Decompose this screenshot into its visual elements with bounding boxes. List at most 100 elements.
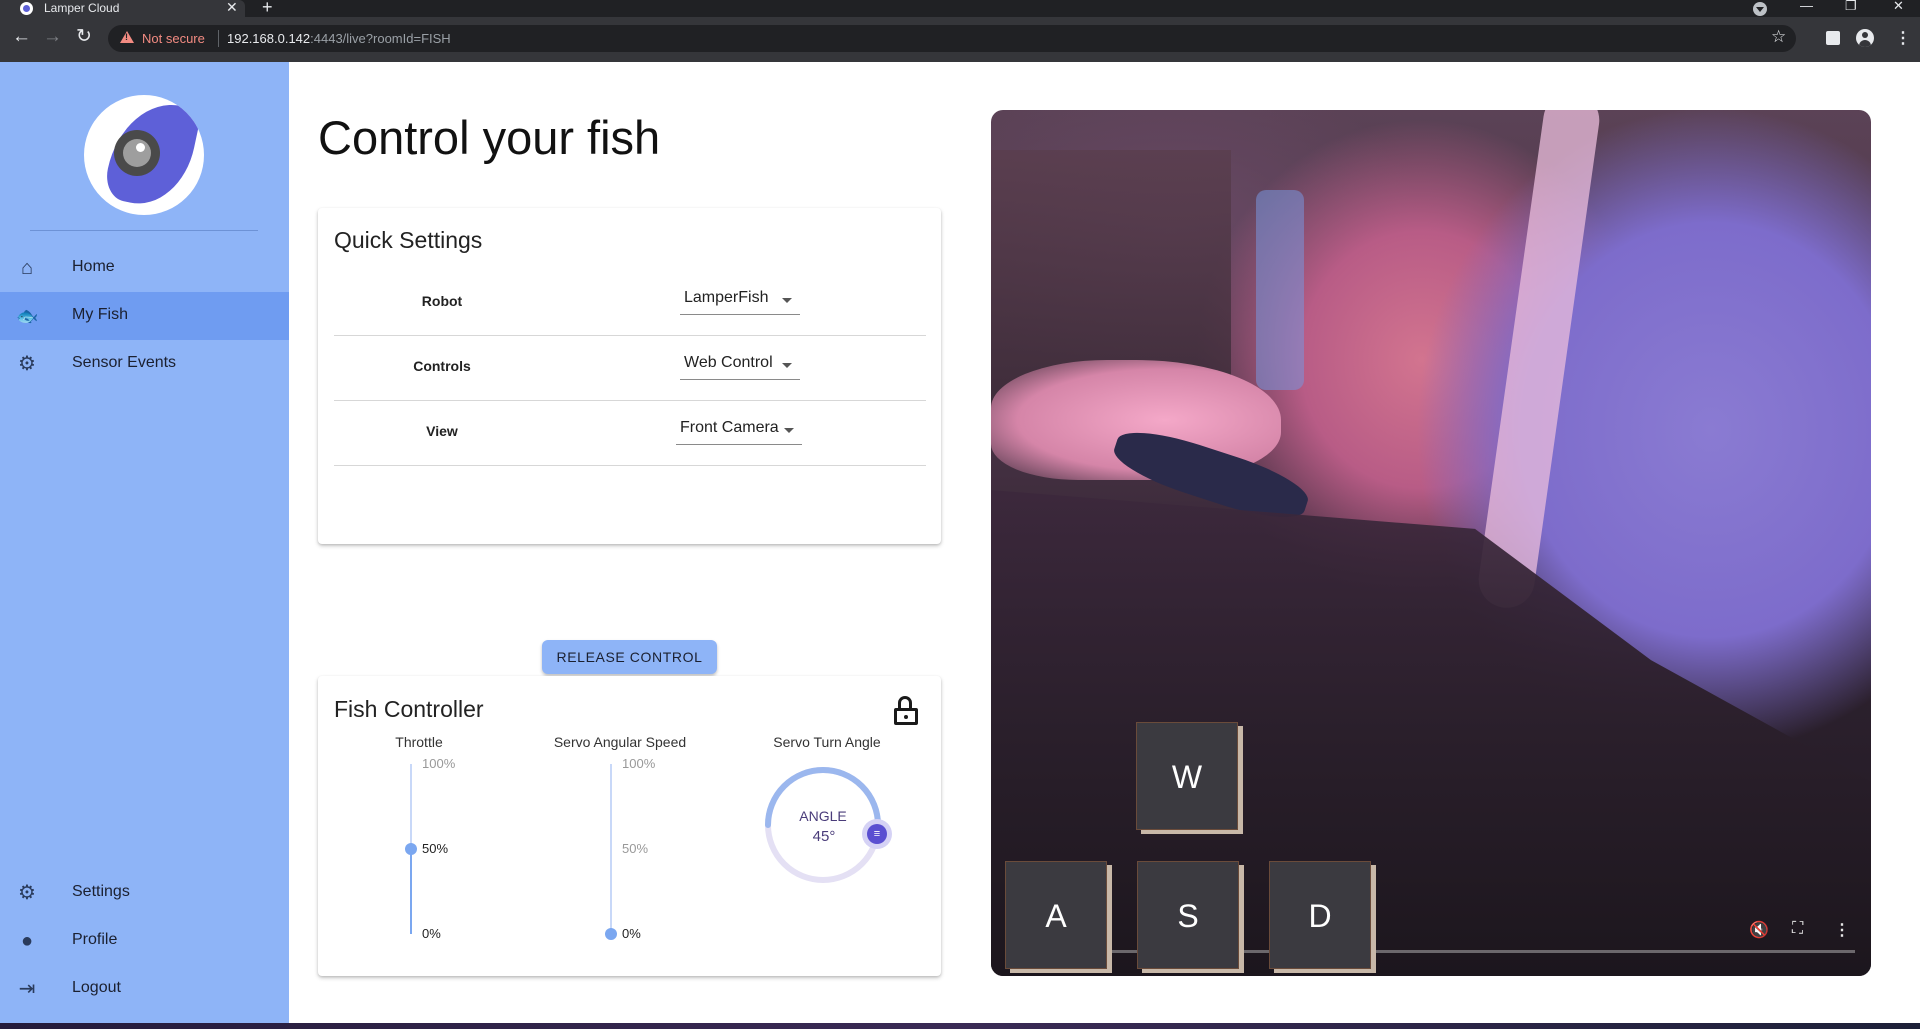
new-tab-button[interactable]: +	[262, 0, 273, 18]
video-desk	[991, 490, 1871, 976]
browser-tab[interactable]: Lamper Cloud ✕	[0, 0, 245, 17]
bookmark-star-icon[interactable]: ☆	[1771, 27, 1786, 47]
dial-value: 45°	[812, 828, 836, 845]
taskbar-edge	[0, 1023, 1920, 1029]
setting-label: View	[426, 423, 458, 439]
sidebar-item-my-fish[interactable]: 🐟 My Fish	[0, 292, 289, 340]
sidebar-item-home[interactable]: ⌂ Home	[0, 244, 289, 292]
sidebar-item-label: Logout	[72, 979, 121, 996]
camera-video[interactable]: 🔇 ⛶ ⋮ W A S D	[991, 110, 1871, 976]
chevron-down-icon	[784, 428, 794, 433]
release-control-button[interactable]: RELEASE CONTROL	[542, 640, 717, 674]
sidebar-item-profile[interactable]: ● Profile	[0, 917, 289, 965]
logout-icon: ⇥	[18, 978, 36, 1000]
throttle-fill	[410, 849, 412, 934]
extensions-icon[interactable]	[1826, 31, 1840, 45]
account-icon: ●	[20, 930, 34, 952]
view-select[interactable]: Front Camera	[676, 413, 802, 445]
fish-controller-card: Fish Controller Throttle 100% 50% 0% Ser…	[318, 676, 941, 976]
chevron-down-icon	[782, 298, 792, 303]
mute-icon[interactable]: 🔇	[1749, 920, 1769, 940]
lock-body	[894, 708, 918, 725]
throttle-tick-100: 100%	[422, 756, 456, 771]
servo-speed-track	[610, 764, 612, 934]
setting-label: Robot	[421, 293, 463, 309]
throttle-tick-50: 50%	[422, 841, 449, 856]
app-page: ⌂ Home 🐟 My Fish ⚙ Sensor Events ⚙ Setti…	[0, 62, 1920, 1023]
home-icon: ⌂	[20, 257, 34, 279]
servo-speed-tick-0: 0%	[622, 926, 641, 941]
url-host: 192.168.0.142	[227, 31, 311, 46]
dial-knob[interactable]: ≡	[862, 819, 892, 849]
chevron-down-icon	[782, 363, 792, 368]
servo-speed-label: Servo Angular Speed	[553, 734, 687, 750]
sidebar-item-label: Settings	[72, 883, 130, 900]
browser-profile-icon[interactable]	[1856, 29, 1874, 47]
video-more-icon[interactable]: ⋮	[1834, 920, 1850, 940]
forward-icon[interactable]: →	[43, 27, 62, 47]
key-d[interactable]: D	[1269, 861, 1371, 969]
logo-lens-shine	[136, 143, 145, 152]
lock-open-icon[interactable]	[894, 696, 918, 726]
select-value: LamperFish	[684, 289, 769, 306]
browser-toolbar: ← → ↻ Not secure 192.168.0.142:4443/live…	[0, 17, 1920, 62]
video-bottle	[1256, 190, 1304, 390]
browser-tab-strip: Lamper Cloud ✕ + — ❐ ✕	[0, 0, 1920, 17]
select-value: Front Camera	[680, 419, 779, 436]
page-title: Control your fish	[318, 111, 661, 164]
security-indicator[interactable]: Not secure	[142, 31, 205, 46]
servo-angle-label: Servo Turn Angle	[773, 734, 881, 750]
servo-speed-tick-50: 50%	[622, 841, 649, 856]
restore-button[interactable]: ❐	[1845, 0, 1857, 14]
video-stripe	[1475, 110, 1603, 612]
servo-speed-tick-100: 100%	[622, 756, 656, 771]
tab-favicon-icon	[20, 2, 33, 15]
sidebar-item-label: Profile	[72, 931, 118, 948]
reload-icon[interactable]: ↻	[76, 27, 92, 47]
url-text[interactable]: 192.168.0.142:4443/live?roomId=FISH	[227, 31, 451, 46]
url-path: :4443/live?roomId=FISH	[310, 31, 451, 46]
fish-controller-title: Fish Controller	[334, 696, 484, 722]
sidebar-item-sensor-events[interactable]: ⚙ Sensor Events	[0, 340, 289, 388]
throttle-tick-0: 0%	[422, 926, 441, 941]
quick-settings-card: Quick Settings Robot LamperFish Controls…	[318, 208, 941, 544]
dial-title: ANGLE	[799, 808, 847, 824]
key-w[interactable]: W	[1136, 722, 1238, 830]
window-close-button[interactable]: ✕	[1893, 0, 1904, 14]
sidebar-item-label: Home	[72, 258, 115, 275]
drag-handle-icon: ≡	[867, 824, 887, 844]
app-logo	[84, 95, 204, 215]
browser-menu-icon[interactable]: ⋮	[1895, 28, 1911, 48]
setting-row-robot: Robot LamperFish	[334, 271, 926, 336]
video-progress-bar[interactable]	[1007, 950, 1855, 953]
key-s[interactable]: S	[1137, 861, 1239, 969]
tab-close-icon[interactable]: ✕	[226, 0, 238, 16]
tab-title: Lamper Cloud	[44, 1, 120, 15]
select-value: Web Control	[684, 354, 773, 371]
robot-select[interactable]: LamperFish	[680, 283, 800, 315]
address-bar[interactable]: Not secure 192.168.0.142:4443/live?roomI…	[108, 25, 1796, 52]
minimize-button[interactable]: —	[1800, 0, 1813, 13]
tab-search-icon[interactable]	[1753, 2, 1767, 16]
sensor-icon: ⚙	[18, 353, 36, 375]
setting-row-controls: Controls Web Control	[334, 336, 926, 401]
key-a[interactable]: A	[1005, 861, 1107, 969]
setting-row-view: View Front Camera	[334, 401, 926, 466]
controls-select[interactable]: Web Control	[680, 348, 800, 380]
sidebar: ⌂ Home 🐟 My Fish ⚙ Sensor Events ⚙ Setti…	[0, 62, 289, 1023]
throttle-thumb[interactable]	[405, 843, 417, 855]
warning-icon	[120, 31, 134, 43]
sidebar-item-label: My Fish	[72, 306, 128, 323]
sidebar-divider	[30, 230, 258, 231]
setting-label: Controls	[413, 358, 471, 374]
quick-settings-title: Quick Settings	[334, 227, 483, 253]
throttle-label: Throttle	[395, 734, 443, 750]
sidebar-item-label: Sensor Events	[72, 354, 177, 371]
fish-icon: 🐟	[16, 306, 39, 326]
servo-speed-thumb[interactable]	[605, 928, 617, 940]
sidebar-item-logout[interactable]: ⇥ Logout	[0, 965, 289, 1013]
sidebar-item-settings[interactable]: ⚙ Settings	[0, 869, 289, 917]
omnibox-separator	[218, 30, 219, 47]
fullscreen-icon[interactable]: ⛶	[1792, 920, 1803, 938]
back-icon[interactable]: ←	[12, 27, 31, 47]
